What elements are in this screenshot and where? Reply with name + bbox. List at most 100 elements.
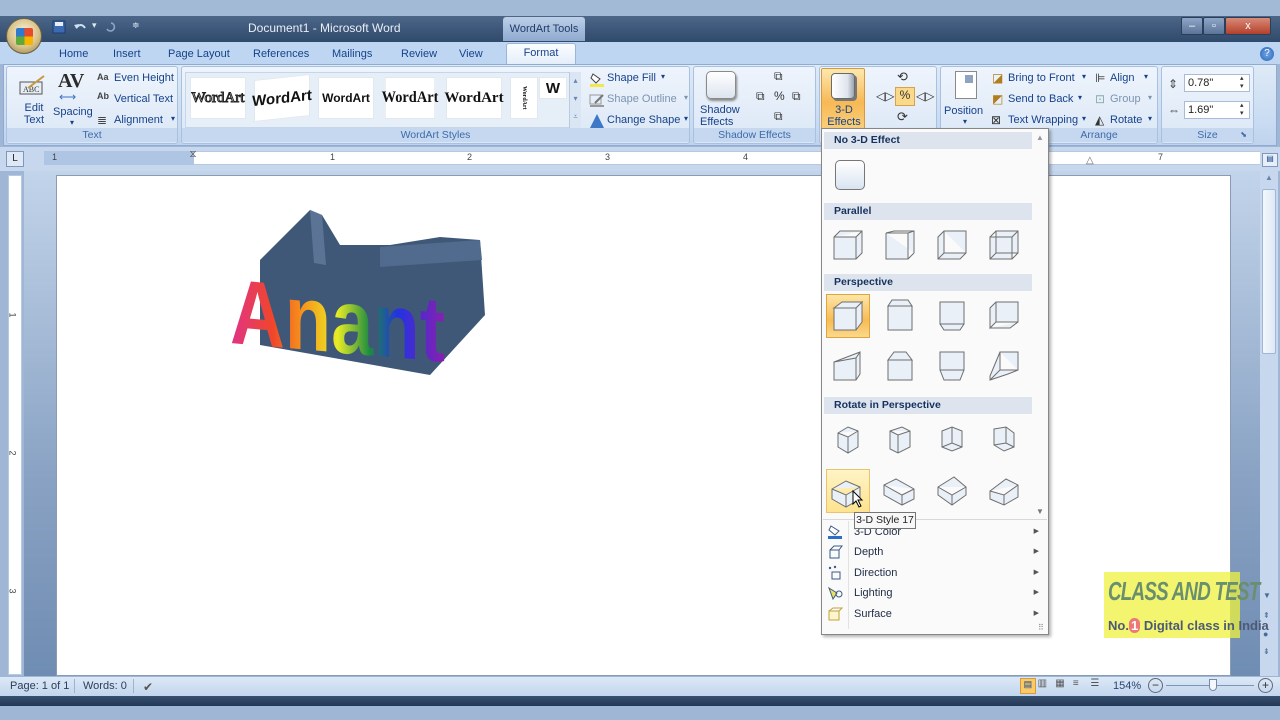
- scroll-down-icon[interactable]: ▼: [1263, 591, 1271, 600]
- wordart-style-2[interactable]: WordArt: [252, 74, 312, 122]
- parallel-style-option[interactable]: [826, 223, 870, 267]
- perspective-style-option[interactable]: [982, 294, 1026, 338]
- undo-icon[interactable]: [72, 20, 90, 38]
- rotate-perspective-style-option[interactable]: [930, 417, 974, 461]
- height-spinner-icon[interactable]: ▴ ▾: [1240, 75, 1244, 91]
- shadow-on-off-icon[interactable]: %: [774, 89, 785, 103]
- menu-item-depth[interactable]: Depth ▶: [823, 542, 1047, 562]
- gallery-more-icon[interactable]: ⩡: [570, 108, 581, 126]
- wordart-object[interactable]: Anant: [230, 205, 490, 390]
- print-layout-icon[interactable]: ▤: [1020, 678, 1036, 694]
- page-count[interactable]: Page: 1 of 1: [10, 680, 69, 692]
- scroll-thumb[interactable]: [1262, 189, 1276, 354]
- restore-button[interactable]: ▫: [1203, 17, 1225, 35]
- wordart-style-7[interactable]: W: [539, 77, 567, 99]
- tilt-right-icon[interactable]: ◁▷: [916, 89, 934, 103]
- parallel-style-option[interactable]: [930, 223, 974, 267]
- wordart-style-6[interactable]: WordArt: [510, 77, 538, 119]
- edit-text-button[interactable]: ABC Edit Text: [10, 70, 52, 130]
- tab-format[interactable]: Format: [506, 43, 576, 64]
- group-button[interactable]: ⊡ Group ▾: [1094, 91, 1156, 109]
- customize-qat-icon[interactable]: ≑: [132, 20, 140, 38]
- nudge-shadow-up-icon[interactable]: ⧉: [774, 69, 783, 84]
- gallery-down-icon[interactable]: ▾: [570, 90, 581, 108]
- 3d-effects-button[interactable]: 3-D Effects: [821, 68, 865, 130]
- no-3d-effect-option[interactable]: [828, 153, 872, 197]
- gallery-up-icon[interactable]: ▴: [570, 72, 581, 90]
- perspective-style-option[interactable]: [878, 294, 922, 338]
- vertical-text-button[interactable]: Ab Vertical Text: [95, 91, 179, 109]
- save-icon[interactable]: [52, 20, 66, 38]
- menu-item-direction[interactable]: Direction ▶: [823, 563, 1047, 583]
- shape-outline-button[interactable]: Shape Outline ▾: [587, 91, 691, 109]
- width-spinner-icon[interactable]: ▴ ▾: [1240, 102, 1244, 118]
- menu-scroll-down-icon[interactable]: ▼: [1036, 507, 1044, 516]
- rotate-perspective-style-option[interactable]: [878, 469, 922, 513]
- zoom-level[interactable]: 154%: [1113, 680, 1141, 692]
- proofing-icon[interactable]: ✔: [143, 680, 153, 694]
- nudge-shadow-left-icon[interactable]: ⧉: [756, 89, 765, 104]
- gallery-scroll[interactable]: ▴ ▾ ⩡: [569, 72, 581, 128]
- right-indent-marker[interactable]: △: [1086, 155, 1094, 166]
- view-ruler-icon[interactable]: ▤: [1262, 153, 1278, 167]
- dialog-launcher-icon[interactable]: ⬊: [1240, 128, 1247, 142]
- perspective-style-option[interactable]: [930, 344, 974, 388]
- rotate-perspective-style-option[interactable]: [826, 417, 870, 461]
- align-button[interactable]: ⊫ Align ▾: [1094, 70, 1156, 88]
- bring-to-front-button[interactable]: ◪ Bring to Front ▾: [990, 70, 1090, 88]
- tilt-down-icon[interactable]: ⟳: [897, 109, 908, 125]
- nudge-shadow-down-icon[interactable]: ⧉: [774, 109, 783, 124]
- perspective-style-option[interactable]: [826, 344, 870, 388]
- position-button[interactable]: Position ▾: [944, 69, 988, 131]
- resize-grip-icon[interactable]: ⠿: [1038, 623, 1044, 632]
- wordart-style-1[interactable]: WordArt: [190, 77, 246, 119]
- menu-item-surface[interactable]: Surface ▶: [823, 604, 1047, 624]
- rotate-perspective-style-option[interactable]: [930, 469, 974, 513]
- zoom-out-button[interactable]: −: [1148, 678, 1163, 693]
- perspective-style-option[interactable]: [930, 294, 974, 338]
- draft-icon[interactable]: ☰: [1090, 678, 1106, 694]
- rotate-perspective-style-option[interactable]: [982, 469, 1026, 513]
- close-button[interactable]: x: [1225, 17, 1271, 35]
- tilt-up-icon[interactable]: ⟲: [897, 69, 908, 85]
- web-layout-icon[interactable]: ▦: [1055, 678, 1071, 694]
- perspective-style-option[interactable]: [826, 294, 870, 338]
- wordart-style-4[interactable]: WordArt: [382, 77, 438, 119]
- help-icon[interactable]: ?: [1260, 47, 1274, 61]
- parallel-style-option[interactable]: [982, 223, 1026, 267]
- shadow-effects-button[interactable]: Shadow Effects: [698, 69, 742, 131]
- undo-dropdown-icon[interactable]: ▾: [92, 20, 97, 38]
- redo-icon[interactable]: [104, 20, 118, 38]
- width-input[interactable]: 1.69" ▴ ▾: [1184, 101, 1250, 119]
- nudge-shadow-right-icon[interactable]: ⧉: [792, 89, 801, 104]
- tilt-left-icon[interactable]: ◁▷: [876, 89, 894, 103]
- scroll-up-icon[interactable]: ▲: [1262, 173, 1276, 185]
- indent-marker[interactable]: ⧖: [188, 150, 198, 168]
- minimize-button[interactable]: –: [1181, 17, 1203, 35]
- tab-mailings[interactable]: Mailings: [332, 45, 372, 64]
- 3d-on-off-icon[interactable]: %: [895, 87, 915, 106]
- tab-home[interactable]: Home: [59, 45, 88, 64]
- word-count[interactable]: Words: 0: [83, 680, 127, 692]
- full-screen-reading-icon[interactable]: ▥: [1038, 678, 1054, 694]
- tab-references[interactable]: References: [253, 45, 309, 64]
- perspective-style-option[interactable]: [982, 344, 1026, 388]
- wordart-style-5[interactable]: WordArt: [444, 77, 504, 119]
- perspective-style-option[interactable]: [878, 344, 922, 388]
- vertical-scrollbar[interactable]: ▤ ▲ ▼ ⇞ ● ⇟: [1260, 153, 1278, 676]
- shape-fill-button[interactable]: Shape Fill ▾: [587, 70, 691, 88]
- tab-selector[interactable]: L: [6, 151, 24, 167]
- tab-insert[interactable]: Insert: [113, 45, 141, 64]
- rotate-perspective-style-option[interactable]: [982, 417, 1026, 461]
- tab-page-layout[interactable]: Page Layout: [168, 45, 230, 64]
- wordart-style-3[interactable]: WordArt: [318, 77, 374, 119]
- horizontal-ruler[interactable]: [44, 151, 1260, 165]
- tab-view[interactable]: View: [459, 45, 483, 64]
- send-to-back-button[interactable]: ◩ Send to Back ▾: [990, 91, 1090, 109]
- office-button[interactable]: [6, 18, 42, 54]
- rotate-perspective-style-option[interactable]: [878, 417, 922, 461]
- zoom-slider-thumb[interactable]: [1209, 679, 1217, 691]
- vertical-ruler[interactable]: [8, 175, 22, 675]
- menu-scroll-up-icon[interactable]: ▲: [1036, 133, 1044, 142]
- height-input[interactable]: 0.78" ▴ ▾: [1184, 74, 1250, 92]
